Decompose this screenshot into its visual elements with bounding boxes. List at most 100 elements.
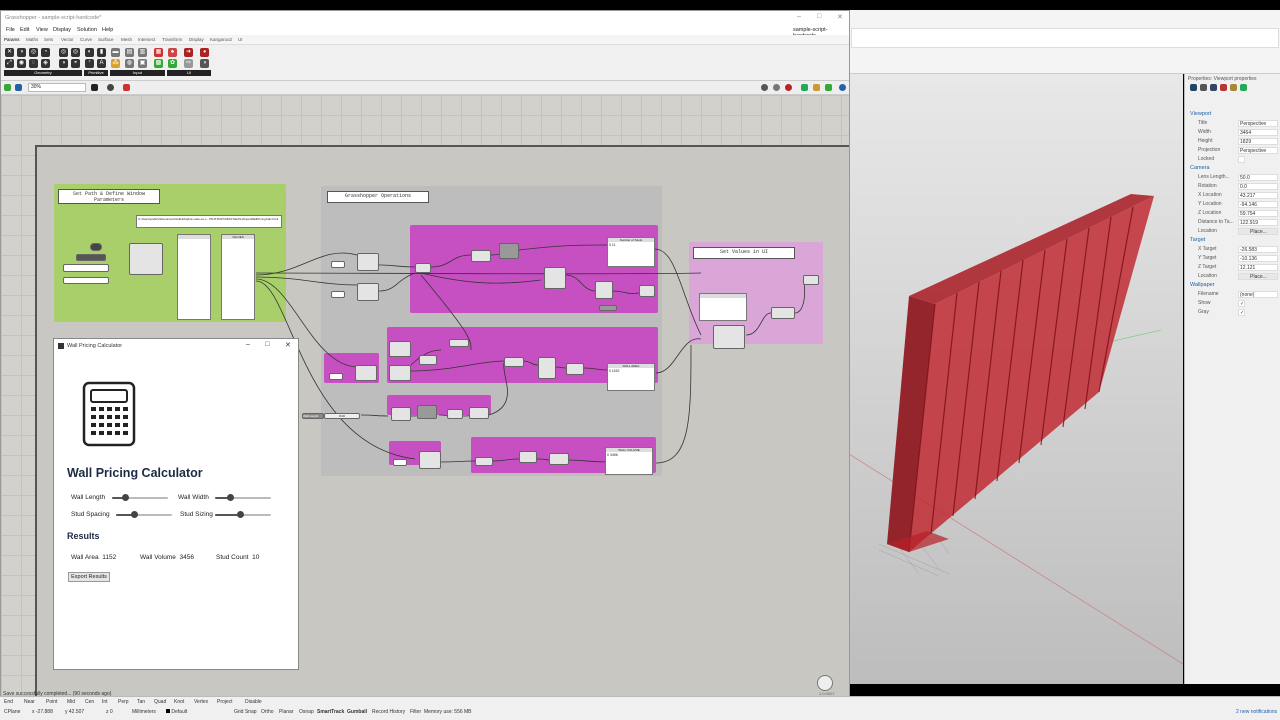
export-results-button[interactable]: Export Results bbox=[68, 572, 110, 582]
surface-param-icon[interactable]: ◈ bbox=[41, 59, 50, 68]
geometry-param-icon[interactable]: ✕ bbox=[5, 48, 14, 57]
stud-spacing-slider[interactable] bbox=[116, 511, 172, 519]
operation-component[interactable] bbox=[449, 339, 469, 347]
number-input-3[interactable] bbox=[329, 373, 343, 380]
operation-component[interactable] bbox=[469, 407, 489, 419]
close-button[interactable]: ✕ bbox=[837, 13, 843, 21]
operation-component[interactable] bbox=[419, 355, 437, 365]
planar-toggle[interactable]: Planar bbox=[279, 709, 293, 715]
snap-project[interactable]: Project bbox=[217, 699, 233, 705]
operation-component[interactable] bbox=[803, 275, 819, 285]
text-param-icon[interactable]: ▮ bbox=[97, 48, 106, 57]
prop-y-location[interactable]: Y Location -94.146 bbox=[1190, 201, 1278, 209]
window-size-input[interactable] bbox=[63, 277, 109, 284]
operation-component[interactable] bbox=[355, 365, 377, 381]
operation-component[interactable] bbox=[504, 357, 524, 367]
menu-edit[interactable]: Edit bbox=[20, 27, 29, 33]
maximize-button[interactable]: □ bbox=[817, 13, 821, 20]
operation-component[interactable] bbox=[544, 267, 566, 289]
operation-component[interactable] bbox=[419, 451, 441, 469]
operation-component[interactable] bbox=[519, 451, 537, 463]
prop-y-target[interactable]: Y Target -10.136 bbox=[1190, 255, 1278, 263]
prop-show[interactable]: Show ✓ bbox=[1190, 300, 1278, 308]
boolean-param-icon[interactable]: ◐ bbox=[85, 48, 94, 57]
prop-filename[interactable]: Filename (none) bbox=[1190, 291, 1278, 299]
ortho-toggle[interactable]: Ortho bbox=[261, 709, 274, 715]
menu-solution[interactable]: Solution bbox=[77, 27, 97, 33]
window-title-input[interactable] bbox=[63, 264, 109, 272]
ids-output-panel[interactable] bbox=[699, 293, 747, 321]
string-param-icon[interactable]: A bbox=[97, 59, 106, 68]
point-param-icon[interactable]: ⤢ bbox=[5, 59, 14, 68]
operation-component[interactable] bbox=[595, 281, 613, 299]
prop-x-location[interactable]: X Location 43.217 bbox=[1190, 192, 1278, 200]
operation-component[interactable] bbox=[538, 357, 556, 379]
wall-height-slider[interactable]: 8.00 bbox=[324, 413, 360, 419]
preview-mesh-icon[interactable] bbox=[825, 84, 832, 91]
graph-mapper-icon[interactable]: ♠ bbox=[168, 48, 177, 57]
note-set-path[interactable]: Set Path & Define Window Parameters bbox=[58, 189, 160, 204]
prop-lens[interactable]: Lens Length... 50.0 bbox=[1190, 174, 1278, 182]
number-param-icon[interactable]: ◎ bbox=[59, 48, 68, 57]
number-input-1[interactable] bbox=[331, 261, 345, 268]
calc-maximize-button[interactable]: □ bbox=[265, 341, 269, 348]
document-preview-icon[interactable] bbox=[813, 84, 820, 91]
wall-length-slider[interactable] bbox=[112, 494, 168, 502]
snap-quad[interactable]: Quad bbox=[154, 699, 166, 705]
menu-view[interactable]: View bbox=[36, 27, 48, 33]
selected-only-icon[interactable] bbox=[801, 84, 808, 91]
operation-component[interactable] bbox=[566, 363, 584, 375]
locked-checkbox[interactable] bbox=[1238, 156, 1245, 163]
arc-param-icon[interactable]: ◔ bbox=[41, 48, 50, 57]
snap-tan[interactable]: Tan bbox=[137, 699, 145, 705]
number-of-studs-panel[interactable]: Number of Studs 0 11 bbox=[607, 237, 655, 267]
tab-curve[interactable]: Curve bbox=[80, 37, 92, 42]
path-panel[interactable]: C:\Users\pahrris\Documents\GitHub\ghui-c… bbox=[136, 215, 282, 228]
stud-sizing-slider[interactable] bbox=[215, 511, 271, 519]
ribbon-group-ui[interactable]: UI bbox=[167, 70, 211, 76]
panel-icon[interactable]: ▤ bbox=[125, 48, 134, 57]
knob-icon[interactable]: ◍ bbox=[125, 59, 134, 68]
snap-knot[interactable]: Knot bbox=[174, 699, 184, 705]
preview-quality-icon[interactable] bbox=[839, 84, 846, 91]
snap-perp[interactable]: Perp bbox=[118, 699, 129, 705]
integer-param-icon[interactable]: ◎ bbox=[71, 48, 80, 57]
save-file-icon[interactable] bbox=[15, 84, 22, 91]
ui-arrow-icon[interactable]: ➜ bbox=[184, 48, 193, 57]
prop-distance[interactable]: Distance to Ta... 122.919 bbox=[1190, 219, 1278, 227]
wireframe-icon[interactable] bbox=[773, 84, 780, 91]
ribbon-group-geometry[interactable]: Geometry bbox=[4, 70, 82, 76]
prop-z-target[interactable]: Z Target 12.121 bbox=[1190, 264, 1278, 272]
operation-component[interactable] bbox=[499, 243, 519, 259]
operation-component[interactable] bbox=[549, 453, 569, 465]
tab-mesh[interactable]: Mesh bbox=[121, 37, 132, 42]
zoom-dropdown[interactable]: 30% bbox=[28, 83, 86, 92]
tab-maths[interactable]: Maths bbox=[26, 37, 38, 42]
operation-component[interactable] bbox=[415, 263, 431, 273]
launch-window-component[interactable] bbox=[76, 254, 106, 261]
operation-component[interactable] bbox=[389, 341, 411, 357]
note-set-values[interactable]: Set Values in UI bbox=[693, 247, 795, 259]
circle-param-icon[interactable]: ◎ bbox=[29, 48, 38, 57]
tab-ui[interactable]: UI bbox=[238, 37, 243, 42]
camera-icon[interactable] bbox=[1210, 84, 1217, 91]
zoom-extents-icon[interactable] bbox=[91, 84, 98, 91]
osnap-toggle[interactable]: Osnap bbox=[299, 709, 314, 715]
smarttrack-toggle[interactable]: SmartTrack bbox=[317, 709, 344, 715]
place-button[interactable]: Place... bbox=[1238, 228, 1278, 235]
prop-projection[interactable]: Projection Perspective bbox=[1190, 147, 1278, 155]
value-list-icon[interactable]: ▣ bbox=[138, 59, 147, 68]
snap-int[interactable]: Int bbox=[102, 699, 108, 705]
notifications-link[interactable]: 2 new notifications bbox=[1236, 709, 1277, 715]
wall-volume-panel[interactable]: WALL VOLUME 0 3456 bbox=[605, 447, 653, 475]
prop-rotation[interactable]: Rotation 0.0 bbox=[1190, 183, 1278, 191]
launch-ui-component[interactable] bbox=[129, 243, 163, 275]
prop-x-target[interactable]: X Target -26.583 bbox=[1190, 246, 1278, 254]
snap-near[interactable]: Near bbox=[24, 699, 35, 705]
ui-forward-icon[interactable]: ⇨ bbox=[184, 59, 193, 68]
operation-component[interactable] bbox=[389, 365, 411, 381]
calc-close-button[interactable]: ✕ bbox=[285, 341, 291, 349]
colour-swatch-icon[interactable]: ▦ bbox=[154, 48, 163, 57]
vector-param-icon[interactable]: ◑ bbox=[59, 59, 68, 68]
line-param-icon[interactable]: ◉ bbox=[17, 59, 26, 68]
